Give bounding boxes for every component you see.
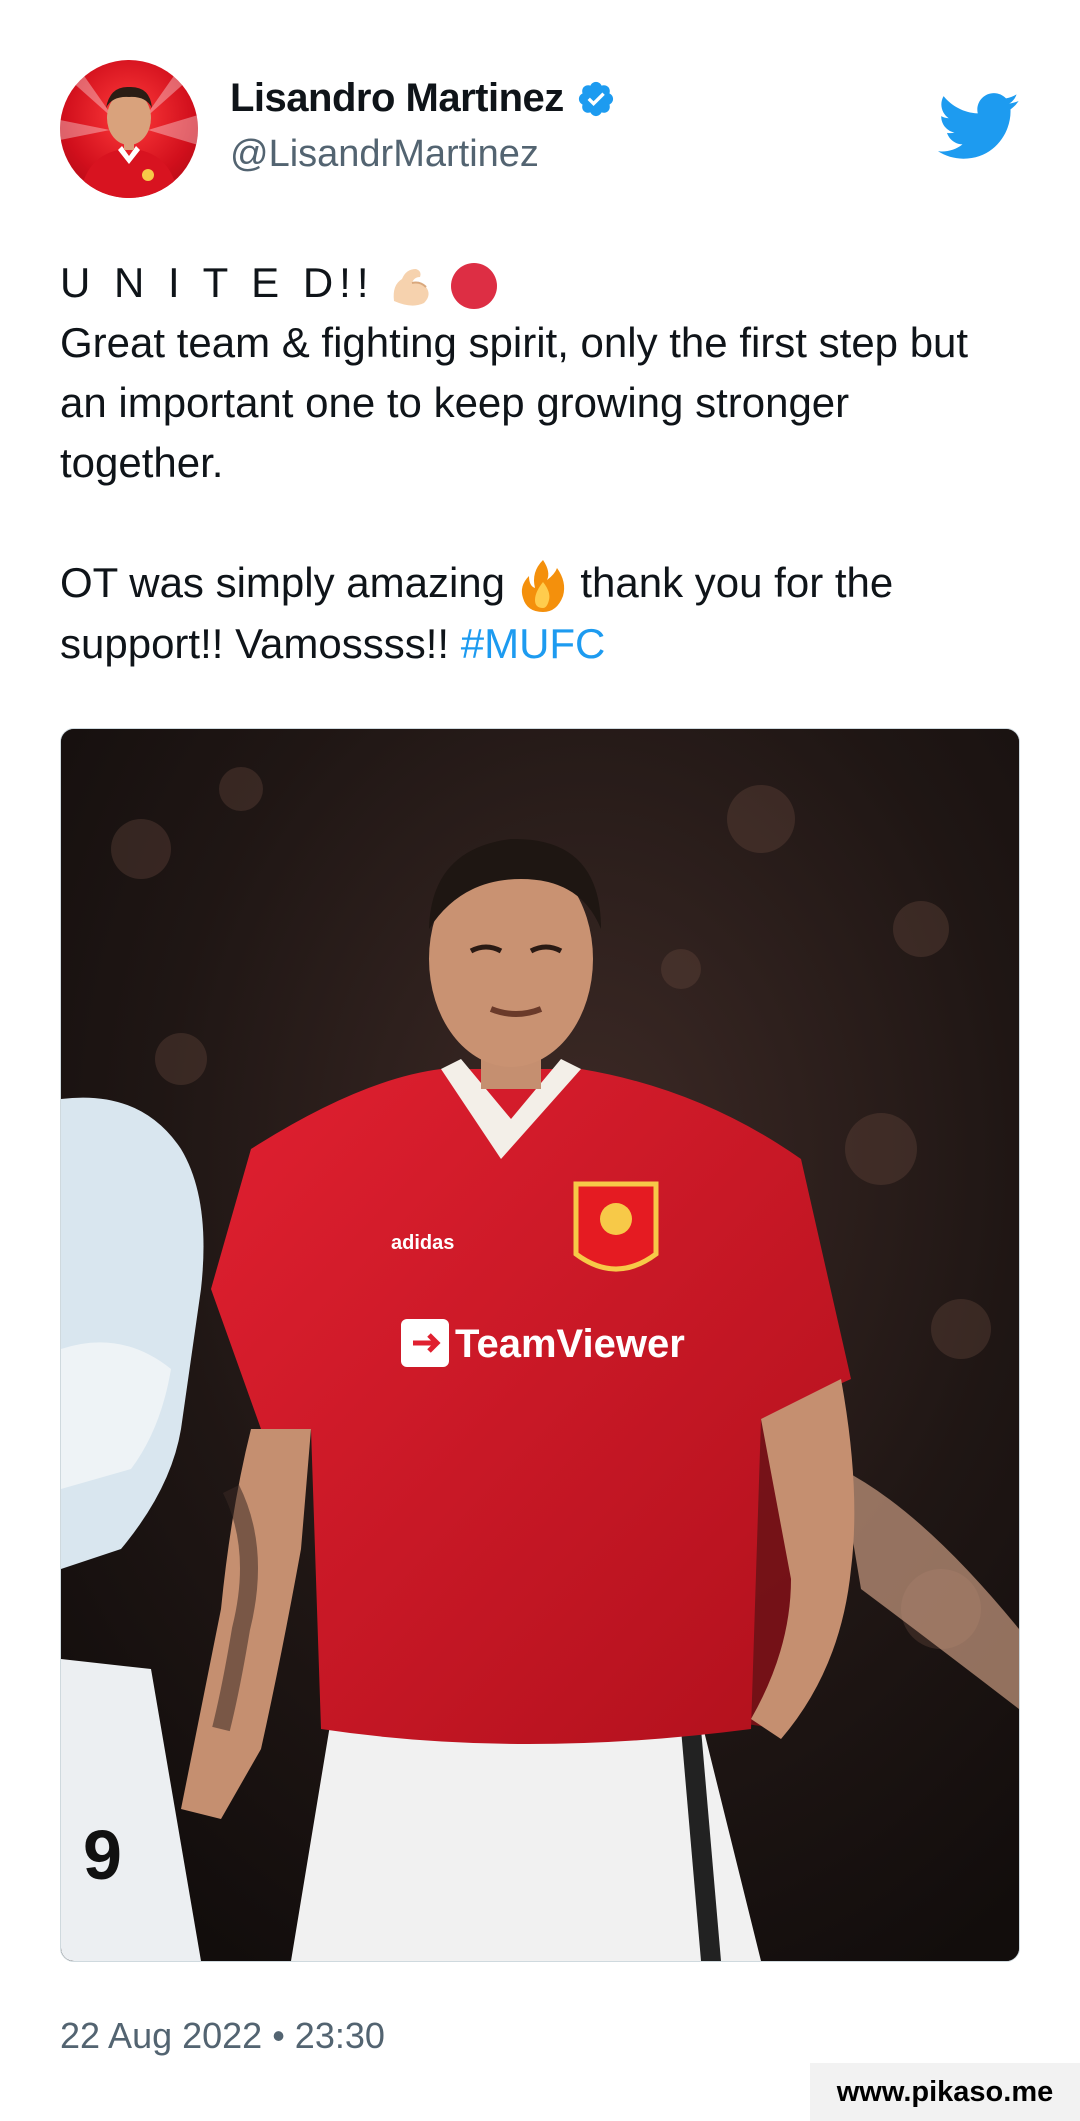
red-circle-icon <box>450 262 497 309</box>
user-handle[interactable]: @LisandrMartinez <box>230 133 539 176</box>
tweet-text: U N I T E D!! Great team & fighting spir… <box>60 253 1020 674</box>
tweet-media-image[interactable]: 9 TeamViewer adidas <box>60 728 1020 1962</box>
tweet-paragraph-1: Great team & fighting spirit, only the f… <box>60 319 969 486</box>
verified-badge-icon <box>578 81 613 116</box>
twitter-bird-icon <box>938 93 1019 159</box>
display-name[interactable]: Lisandro Martinez <box>230 76 564 121</box>
tweet-line-united: U N I T E D!! <box>60 253 1020 313</box>
svg-text:9: 9 <box>83 1816 122 1894</box>
tweet-timestamp[interactable]: 22 Aug 2022 • 23:30 <box>60 2015 385 2057</box>
fire-icon <box>521 559 564 612</box>
profile-avatar[interactable] <box>60 60 198 198</box>
united-text: U N I T E D!! <box>60 259 375 306</box>
jersey-brand-text: adidas <box>391 1232 454 1254</box>
football-player-photo: 9 TeamViewer adidas <box>61 729 1019 1961</box>
display-name-row: Lisandro Martinez <box>230 76 616 121</box>
tweet-para2-before: OT was simply amazing <box>60 559 506 606</box>
tweet-paragraph-2: OT was simply amazing thank you for the … <box>60 553 1020 674</box>
player-portrait-avatar-icon <box>60 70 198 198</box>
jersey-sponsor-text: TeamViewer <box>455 1322 685 1366</box>
flexed-biceps-icon <box>393 268 429 306</box>
watermark-label: www.pikaso.me <box>810 2063 1080 2121</box>
hashtag-link[interactable]: #MUFC <box>461 620 606 667</box>
